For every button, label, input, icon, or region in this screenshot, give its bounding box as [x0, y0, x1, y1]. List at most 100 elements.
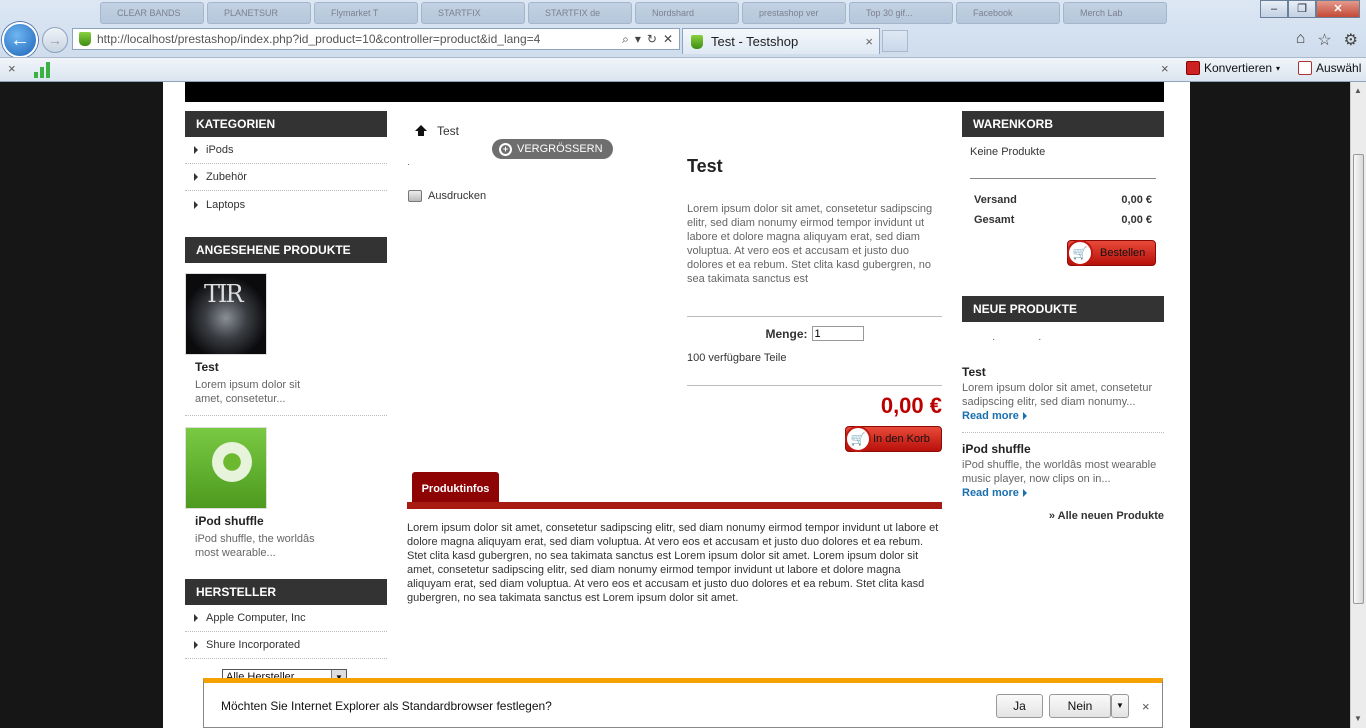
address-bar[interactable]: http://localhost/prestashop/index.php?id…: [72, 28, 680, 50]
quantity-input[interactable]: [811, 326, 864, 341]
shipping-label: Versand: [974, 194, 1017, 206]
background-tab[interactable]: Top 30 gif...: [849, 2, 953, 24]
site-favicon-icon: [79, 32, 91, 46]
total-label: Gesamt: [974, 214, 1015, 226]
home-icon[interactable]: ⌂: [1296, 30, 1306, 50]
favorites-star-icon[interactable]: ☆: [1317, 30, 1331, 50]
scroll-down-icon[interactable]: ▼: [1354, 714, 1362, 723]
tab-product-info[interactable]: Produktinfos: [412, 472, 499, 502]
scroll-thumb[interactable]: [1353, 154, 1364, 604]
product-thumbnail[interactable]: [185, 273, 267, 355]
select-label: Auswähl: [1316, 61, 1362, 75]
new-products-placeholder: · ·: [992, 334, 1062, 345]
convert-button[interactable]: Konvertieren ▾: [1186, 61, 1280, 75]
viewed-products-title: Angesehene Produkte: [185, 237, 387, 263]
back-button[interactable]: ←: [2, 22, 38, 58]
background-tab[interactable]: Nordshard: [635, 2, 739, 24]
add-to-cart-label: In den Korb: [873, 433, 930, 445]
background-tab[interactable]: Merch Lab: [1063, 2, 1167, 24]
new-product: Test Lorem ipsum dolor sit amet, consete…: [962, 365, 1164, 422]
cart-empty-text: Keine Produkte: [970, 146, 1046, 158]
manufacturer-item[interactable]: Apple Computer, Inc: [185, 605, 387, 632]
background-tab[interactable]: prestashop ver: [742, 2, 846, 24]
divider: [687, 385, 942, 386]
caret-right-icon: [1022, 489, 1027, 497]
stock-availability: 100 verfügbare Teile: [687, 352, 787, 364]
chevron-down-icon: ▾: [1276, 63, 1281, 73]
search-icon[interactable]: ⌕: [622, 32, 629, 47]
home-icon[interactable]: [415, 125, 428, 137]
background-tab[interactable]: CLEAR BANDS: [100, 2, 204, 24]
toolbar-close-icon[interactable]: ×: [1161, 61, 1169, 76]
tools-gear-icon[interactable]: ⚙: [1344, 30, 1358, 50]
caret-right-icon: [194, 614, 198, 622]
zoom-button[interactable]: + Vergrößern: [492, 139, 613, 159]
refresh-icon[interactable]: ↻: [647, 32, 657, 47]
background-tab[interactable]: STARTFIX de: [528, 2, 632, 24]
address-url[interactable]: http://localhost/prestashop/index.php?id…: [97, 32, 622, 46]
background-tab[interactable]: Facebook: [956, 2, 1060, 24]
divider: [687, 316, 942, 317]
new-product-name[interactable]: Test: [962, 365, 1164, 379]
minimize-icon[interactable]: –: [1260, 0, 1288, 18]
new-product-desc: iPod shuffle, the worldâs most wearable …: [962, 459, 1157, 485]
read-more-link[interactable]: Read more: [962, 487, 1164, 499]
cart-shipping-row: Versand 0,00 €: [974, 194, 1152, 206]
dropdown-icon[interactable]: ▾: [635, 32, 641, 47]
signal-bars-icon[interactable]: [34, 60, 54, 78]
notification-text: Möchten Sie Internet Explorer als Standa…: [221, 699, 552, 713]
category-item[interactable]: Laptops: [185, 191, 387, 218]
browser-right-icons: ⌂ ☆ ⚙: [1296, 30, 1358, 50]
breadcrumb-current: Test: [437, 124, 460, 138]
scroll-up-icon[interactable]: ▲: [1354, 86, 1362, 95]
product-image-placeholder: ·: [407, 159, 410, 169]
arrow-right-icon: →: [48, 32, 62, 48]
background-tab[interactable]: STARTFIX: [421, 2, 525, 24]
select-button[interactable]: Auswähl: [1298, 61, 1361, 75]
viewed-product-name[interactable]: Test: [195, 360, 387, 374]
add-to-cart-button[interactable]: 🛒 In den Korb: [845, 426, 942, 452]
background-tab[interactable]: Flymarket T: [314, 2, 418, 24]
viewed-product-name[interactable]: iPod shuffle: [195, 514, 387, 528]
read-more-label: Read more: [962, 410, 1019, 422]
tab-close-icon[interactable]: ×: [865, 34, 879, 49]
new-product-name[interactable]: iPod shuffle: [962, 442, 1164, 456]
background-tab[interactable]: PLANETSUR: [207, 2, 311, 24]
categories-title: Kategorien: [185, 111, 387, 137]
yes-button[interactable]: Ja: [996, 694, 1043, 718]
vertical-scrollbar[interactable]: ▲ ▼: [1350, 82, 1366, 728]
read-more-link[interactable]: Read more: [962, 410, 1164, 422]
browser-chrome: CLEAR BANDS PLANETSUR Flymarket T STARTF…: [0, 0, 1366, 82]
stop-icon[interactable]: ✕: [663, 32, 673, 47]
new-tab-button[interactable]: [882, 30, 908, 52]
product-thumbnail[interactable]: [185, 427, 267, 509]
shop-page: Kategorien iPods Zubehör Laptops Angeseh…: [163, 82, 1190, 728]
cart-title: Warenkorb: [962, 111, 1164, 137]
checkout-label: Bestellen: [1100, 247, 1146, 259]
zoom-in-icon: +: [499, 142, 512, 156]
toolbar-close-icon[interactable]: ×: [8, 61, 16, 76]
checkout-button[interactable]: 🛒 Bestellen: [1067, 240, 1156, 266]
caret-right-icon: [1022, 412, 1027, 420]
tab-active[interactable]: Test - Testshop ×: [682, 28, 880, 54]
category-item[interactable]: iPods: [185, 137, 387, 164]
all-new-products-link[interactable]: » Alle neuen Produkte: [962, 510, 1164, 522]
product-short-description: Lorem ipsum dolor sit amet, consetetur s…: [687, 203, 933, 285]
quantity-row: Menge:: [687, 326, 942, 341]
category-item[interactable]: Zubehör: [185, 164, 387, 191]
maximize-icon[interactable]: ❐: [1288, 0, 1316, 18]
divider: [185, 415, 387, 416]
notification-close-icon[interactable]: ×: [1142, 699, 1150, 714]
window-close-icon[interactable]: ✕: [1316, 0, 1360, 18]
window-controls: – ❐ ✕: [1260, 0, 1360, 18]
viewed-product: iPod shuffle iPod shuffle, the worldâs m…: [185, 427, 387, 560]
shopping-cart-icon: 🛒: [845, 426, 871, 452]
no-dropdown-button[interactable]: ▼: [1111, 694, 1129, 718]
manufacturer-item[interactable]: Shure Incorporated: [185, 632, 387, 659]
forward-button[interactable]: →: [42, 27, 68, 53]
product-title: Test: [687, 156, 723, 176]
new-product-desc: Lorem ipsum dolor sit amet, consetetur s…: [962, 382, 1153, 408]
no-button[interactable]: Nein: [1049, 694, 1111, 718]
tab-underline: [407, 502, 942, 509]
print-link[interactable]: Ausdrucken: [408, 190, 486, 202]
